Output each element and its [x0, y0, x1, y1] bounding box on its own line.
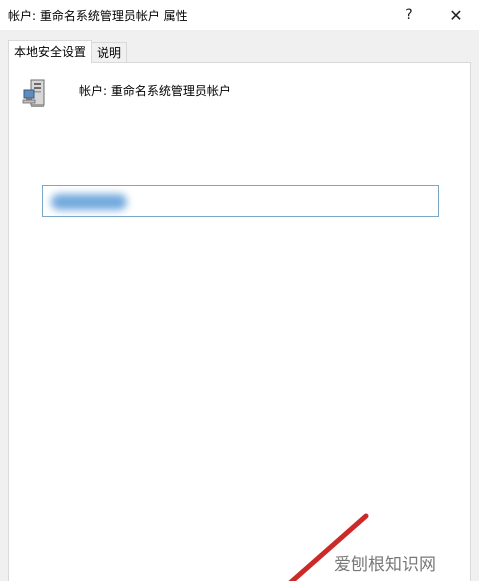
tab-panel — [8, 62, 471, 581]
redacted-account-name — [51, 194, 127, 210]
title-bar: 帐户: 重命名系统管理员帐户 属性 ? ✕ — [0, 0, 479, 30]
server-computer-icon — [20, 78, 52, 110]
tab-strip: 本地安全设置 说明 — [8, 40, 128, 63]
help-button[interactable]: ? — [386, 0, 432, 30]
account-name-input[interactable] — [42, 185, 439, 217]
window-title: 帐户: 重命名系统管理员帐户 属性 — [8, 9, 188, 23]
policy-name-label: 帐户: 重命名系统管理员帐户 — [79, 84, 231, 98]
tab-explain[interactable]: 说明 — [91, 42, 128, 62]
tab-local-security-setting[interactable]: 本地安全设置 — [8, 40, 93, 63]
close-button[interactable]: ✕ — [433, 0, 479, 30]
watermark-text: 爱刨根知识网 — [334, 555, 436, 575]
